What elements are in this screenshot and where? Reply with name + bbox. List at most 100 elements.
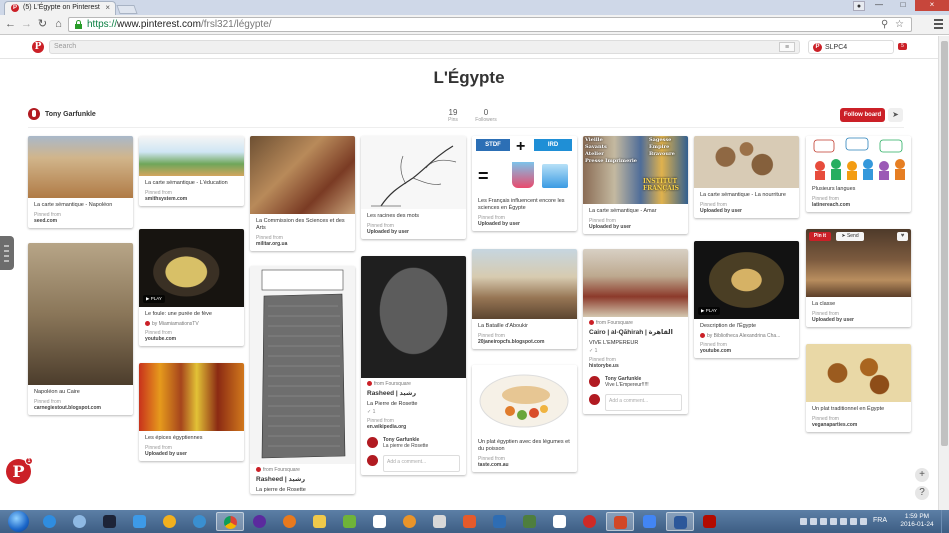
pin-card[interactable]: Un plat égyptien avec des légumes et du …: [472, 365, 577, 472]
pin-card[interactable]: ▶ PLAY Description de l'Égypte by Biblio…: [694, 241, 799, 358]
pin-image[interactable]: [250, 136, 355, 214]
pin-source[interactable]: youtube.com: [700, 348, 793, 354]
pin-from-text[interactable]: from Foursquare: [596, 320, 633, 326]
taskbar-app-explorer[interactable]: [306, 512, 334, 531]
pin-card[interactable]: Les épices égyptiennes Pinned from Upload…: [139, 363, 244, 461]
pin-image[interactable]: [806, 136, 911, 182]
pin-place[interactable]: Rasheed | رشيد: [250, 473, 355, 483]
system-clock[interactable]: 1:59 PM 2016-01-24: [897, 513, 937, 529]
pin-image[interactable]: [472, 365, 577, 435]
pin-image[interactable]: [694, 136, 799, 188]
send-pin-button[interactable]: ➤ Send: [836, 232, 864, 241]
taskbar-app-maps[interactable]: [636, 512, 664, 531]
show-desktop-button[interactable]: [941, 510, 949, 533]
pin-source[interactable]: Uploaded by user: [589, 224, 682, 230]
pin-image[interactable]: [139, 363, 244, 431]
pin-image[interactable]: [28, 243, 133, 385]
page-scrollbar[interactable]: [938, 36, 949, 510]
tray-arrow-icon[interactable]: [800, 518, 807, 525]
taskbar-app-word[interactable]: [666, 512, 694, 531]
pin-image[interactable]: Vieille Savants Atelier Presse Imprimeri…: [583, 136, 688, 204]
commenter-avatar[interactable]: [367, 437, 378, 448]
help-icon[interactable]: ?: [915, 486, 929, 500]
pin-source[interactable]: Uploaded by user: [812, 317, 905, 323]
video-by[interactable]: by Bibliotheca Alexandrina Cha...: [707, 333, 780, 339]
like-heart-icon[interactable]: ♥: [897, 232, 908, 241]
pin-from-text[interactable]: from Foursquare: [263, 467, 300, 473]
taskbar-app-ball[interactable]: [396, 512, 424, 531]
pin-card[interactable]: STDF + IRD = Les Français influencent en…: [472, 136, 577, 231]
taskbar-app-blocks[interactable]: [516, 512, 544, 531]
pin-source[interactable]: veganaparties.com: [812, 422, 905, 428]
pin-card[interactable]: ▶ PLAY Le foule: une purée de fève by Mi…: [139, 229, 244, 346]
pin-source[interactable]: seed.com: [34, 218, 127, 224]
taskbar-app-video[interactable]: [486, 512, 514, 531]
pin-place[interactable]: Cairo | al-Qāhirah | القاهرة: [583, 326, 688, 336]
video-channel[interactable]: by Bibliotheca Alexandrina Cha...: [694, 330, 799, 339]
taskbar-app-ie[interactable]: [36, 512, 64, 531]
pin-it-button[interactable]: Pin it: [809, 232, 831, 241]
language-indicator[interactable]: FRA: [873, 517, 887, 524]
pin-card[interactable]: La Commission des Sciences et des Arts P…: [250, 136, 355, 251]
pin-card[interactable]: Napoléon au Caire Pinned from carnegiesto…: [28, 243, 133, 415]
pin-source[interactable]: youtube.com: [145, 336, 238, 342]
taskbar-app-itunes[interactable]: [66, 512, 94, 531]
pin-source[interactable]: 20janeiropcfs.blogspot.com: [478, 339, 571, 345]
pin-place[interactable]: Rasheed | رشيد: [361, 387, 466, 397]
pin-from[interactable]: from Foursquare: [361, 378, 466, 387]
pin-card[interactable]: from Foursquare Rasheed | رشيد La pierre…: [250, 266, 355, 494]
pin-from-text[interactable]: from Foursquare: [374, 381, 411, 387]
pin-image[interactable]: [250, 266, 355, 464]
taskbar-app-star[interactable]: [366, 512, 394, 531]
pin-card[interactable]: from Foursquare Cairo | al-Qāhirah | الق…: [583, 249, 688, 414]
play-icon[interactable]: ▶ PLAY: [143, 295, 165, 303]
add-comment-input[interactable]: Add a comment...: [605, 394, 682, 411]
taskbar-app-headphones[interactable]: [156, 512, 184, 531]
taskbar-app-powerpoint[interactable]: [606, 512, 634, 531]
pin-card[interactable]: La carte sémantique - L'éducation Pinned…: [139, 136, 244, 206]
pin-source[interactable]: carnegiestout.blogspot.com: [34, 405, 127, 411]
tray-security-icon[interactable]: [820, 518, 827, 525]
pin-image[interactable]: [28, 136, 133, 198]
taskbar-app-y[interactable]: [546, 512, 574, 531]
pin-card[interactable]: La carte sémantique - Napoléon Pinned fr…: [28, 136, 133, 228]
pin-image[interactable]: [361, 256, 466, 378]
pin-card[interactable]: Un plat traditionnel en Égypte Pinned fr…: [806, 344, 911, 432]
play-icon[interactable]: ▶ PLAY: [698, 307, 720, 315]
taskbar-app-acrobat[interactable]: [696, 512, 724, 531]
taskbar-app-hat[interactable]: [96, 512, 124, 531]
tray-wifi-icon[interactable]: [850, 518, 857, 525]
taskbar-app-chrome[interactable]: [216, 512, 244, 531]
taskbar-app-flip[interactable]: [576, 512, 604, 531]
pin-image[interactable]: [472, 249, 577, 319]
pin-image[interactable]: [139, 136, 244, 176]
pin-source[interactable]: smithsystem.com: [145, 196, 238, 202]
tray-volume-icon[interactable]: [860, 518, 867, 525]
pin-image[interactable]: [583, 249, 688, 317]
pin-source[interactable]: historybe.us: [589, 363, 682, 369]
pin-image[interactable]: STDF + IRD =: [472, 136, 577, 194]
pin-card[interactable]: Vieille Savants Atelier Presse Imprimeri…: [583, 136, 688, 234]
pin-source[interactable]: Uploaded by user: [367, 229, 460, 235]
pin-card[interactable]: La Bataille d'Aboukir Pinned from 20janei…: [472, 249, 577, 349]
pin-card[interactable]: Plusieurs langues Pinned from latinereach…: [806, 136, 911, 212]
scrollbar-thumb[interactable]: [941, 41, 948, 446]
pin-source[interactable]: Uploaded by user: [478, 221, 571, 227]
pin-source[interactable]: en.wikipedia.org: [367, 424, 460, 430]
pin-image[interactable]: Pin it ➤ Send ♥: [806, 229, 911, 297]
taskbar-app-tools[interactable]: [336, 512, 364, 531]
taskbar-app-bolt[interactable]: [246, 512, 274, 531]
pin-from[interactable]: from Foursquare: [250, 464, 355, 473]
taskbar-app-media[interactable]: [456, 512, 484, 531]
pin-source[interactable]: militar.org.ua: [256, 241, 349, 247]
start-button[interactable]: [2, 511, 34, 532]
taskbar-app-paint[interactable]: [426, 512, 454, 531]
pin-image[interactable]: ▶ PLAY: [694, 241, 799, 319]
taskbar-app-globe[interactable]: [186, 512, 214, 531]
add-comment-input[interactable]: Add a comment...: [383, 455, 460, 472]
pin-card[interactable]: Les racines des mots Pinned from Uploaded…: [361, 136, 466, 239]
pinterest-floating-icon[interactable]: P 1: [6, 457, 33, 484]
pin-source[interactable]: latinereach.com: [812, 202, 905, 208]
pin-card[interactable]: La carte sémantique - La nourriture Pinn…: [694, 136, 799, 218]
pin-source[interactable]: taste.com.au: [478, 462, 571, 468]
